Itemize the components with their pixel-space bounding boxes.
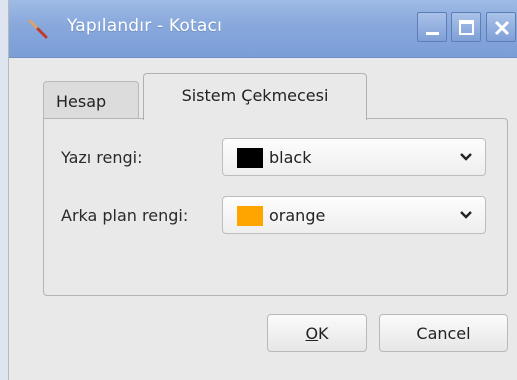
screwdriver-icon	[28, 19, 48, 39]
chevron-down-icon	[460, 153, 472, 161]
close-button[interactable]	[486, 12, 516, 42]
maximize-button[interactable]	[451, 12, 481, 42]
color-swatch	[237, 148, 263, 168]
ok-mnemonic: O	[305, 324, 319, 343]
title-bar[interactable]: Yapılandır - Kotacı	[9, 0, 517, 58]
maximize-icon	[459, 20, 474, 35]
cancel-button[interactable]: Cancel	[379, 314, 508, 352]
tab-hesap[interactable]: Hesap	[43, 81, 139, 119]
config-dialog: Yapılandır - Kotacı Hesap Sistem Çekmece…	[8, 0, 517, 380]
ok-button[interactable]: OK	[267, 314, 367, 352]
color-swatch	[237, 206, 263, 226]
text-color-label: Yazı rengi:	[61, 148, 143, 167]
chevron-down-icon	[460, 211, 472, 219]
window-title: Yapılandır - Kotacı	[67, 16, 222, 36]
bg-color-value: orange	[269, 206, 326, 225]
bg-color-combo[interactable]: orange	[222, 196, 486, 234]
tab-sistem-cekmecesi[interactable]: Sistem Çekmecesi	[143, 73, 367, 120]
close-icon	[494, 20, 510, 36]
ok-label-rest: K	[318, 324, 329, 343]
tab-panel: Yazı rengi: black Arka plan rengi: orang…	[43, 118, 508, 296]
text-color-value: black	[269, 148, 312, 167]
bg-color-label: Arka plan rengi:	[61, 206, 189, 225]
minimize-icon	[426, 32, 439, 35]
text-color-combo[interactable]: black	[222, 138, 486, 176]
minimize-button[interactable]	[417, 12, 447, 42]
